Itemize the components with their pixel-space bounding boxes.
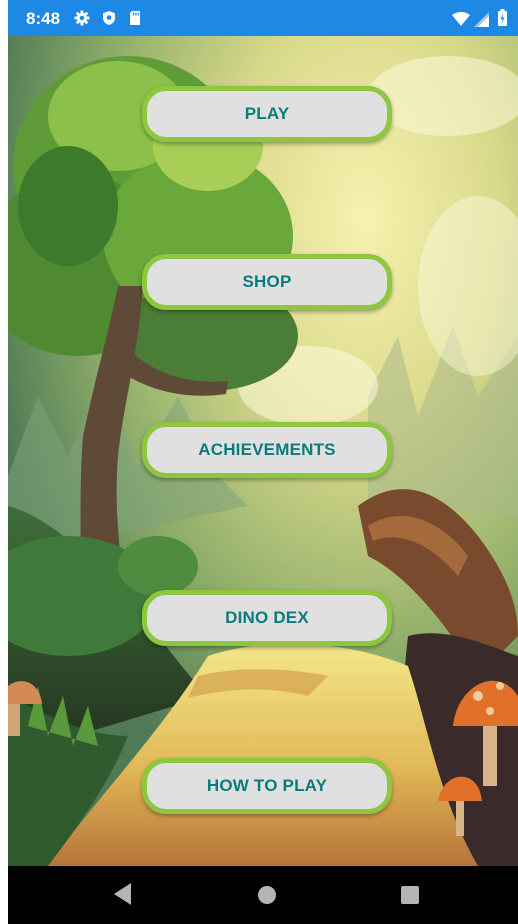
home-icon[interactable] — [258, 886, 276, 904]
shield-icon — [101, 10, 117, 26]
gear-icon — [74, 10, 90, 26]
back-icon[interactable] — [114, 883, 132, 910]
status-bar: 8:48 — [8, 0, 518, 36]
recent-apps-icon[interactable] — [401, 886, 419, 904]
achievements-button[interactable]: ACHIEVEMENTS — [142, 422, 392, 478]
play-button-label: PLAY — [244, 104, 290, 123]
battery-icon — [498, 9, 507, 31]
achievements-button-label: ACHIEVEMENTS — [198, 440, 336, 459]
shop-button-label: SHOP — [242, 272, 292, 291]
status-time: 8:48 — [26, 9, 61, 28]
sd-card-icon — [127, 10, 143, 26]
shop-button[interactable]: SHOP — [142, 254, 392, 310]
app-screen: 8:48 PLAY SHOP ACHIEVEMENTS DINO DEX HOW… — [0, 0, 518, 924]
how-to-play-button-label: HOW TO PLAY — [206, 776, 328, 795]
play-button[interactable]: PLAY — [142, 86, 392, 142]
dino-dex-button[interactable]: DINO DEX — [142, 590, 392, 646]
cell-signal-icon — [474, 12, 489, 32]
dino-dex-button-label: DINO DEX — [225, 608, 309, 627]
navigation-bar — [8, 866, 518, 924]
how-to-play-button[interactable]: HOW TO PLAY — [142, 758, 392, 814]
wifi-icon — [452, 12, 470, 31]
device-screen: 8:48 PLAY SHOP ACHIEVEMENTS DINO DEX HOW… — [8, 0, 518, 924]
